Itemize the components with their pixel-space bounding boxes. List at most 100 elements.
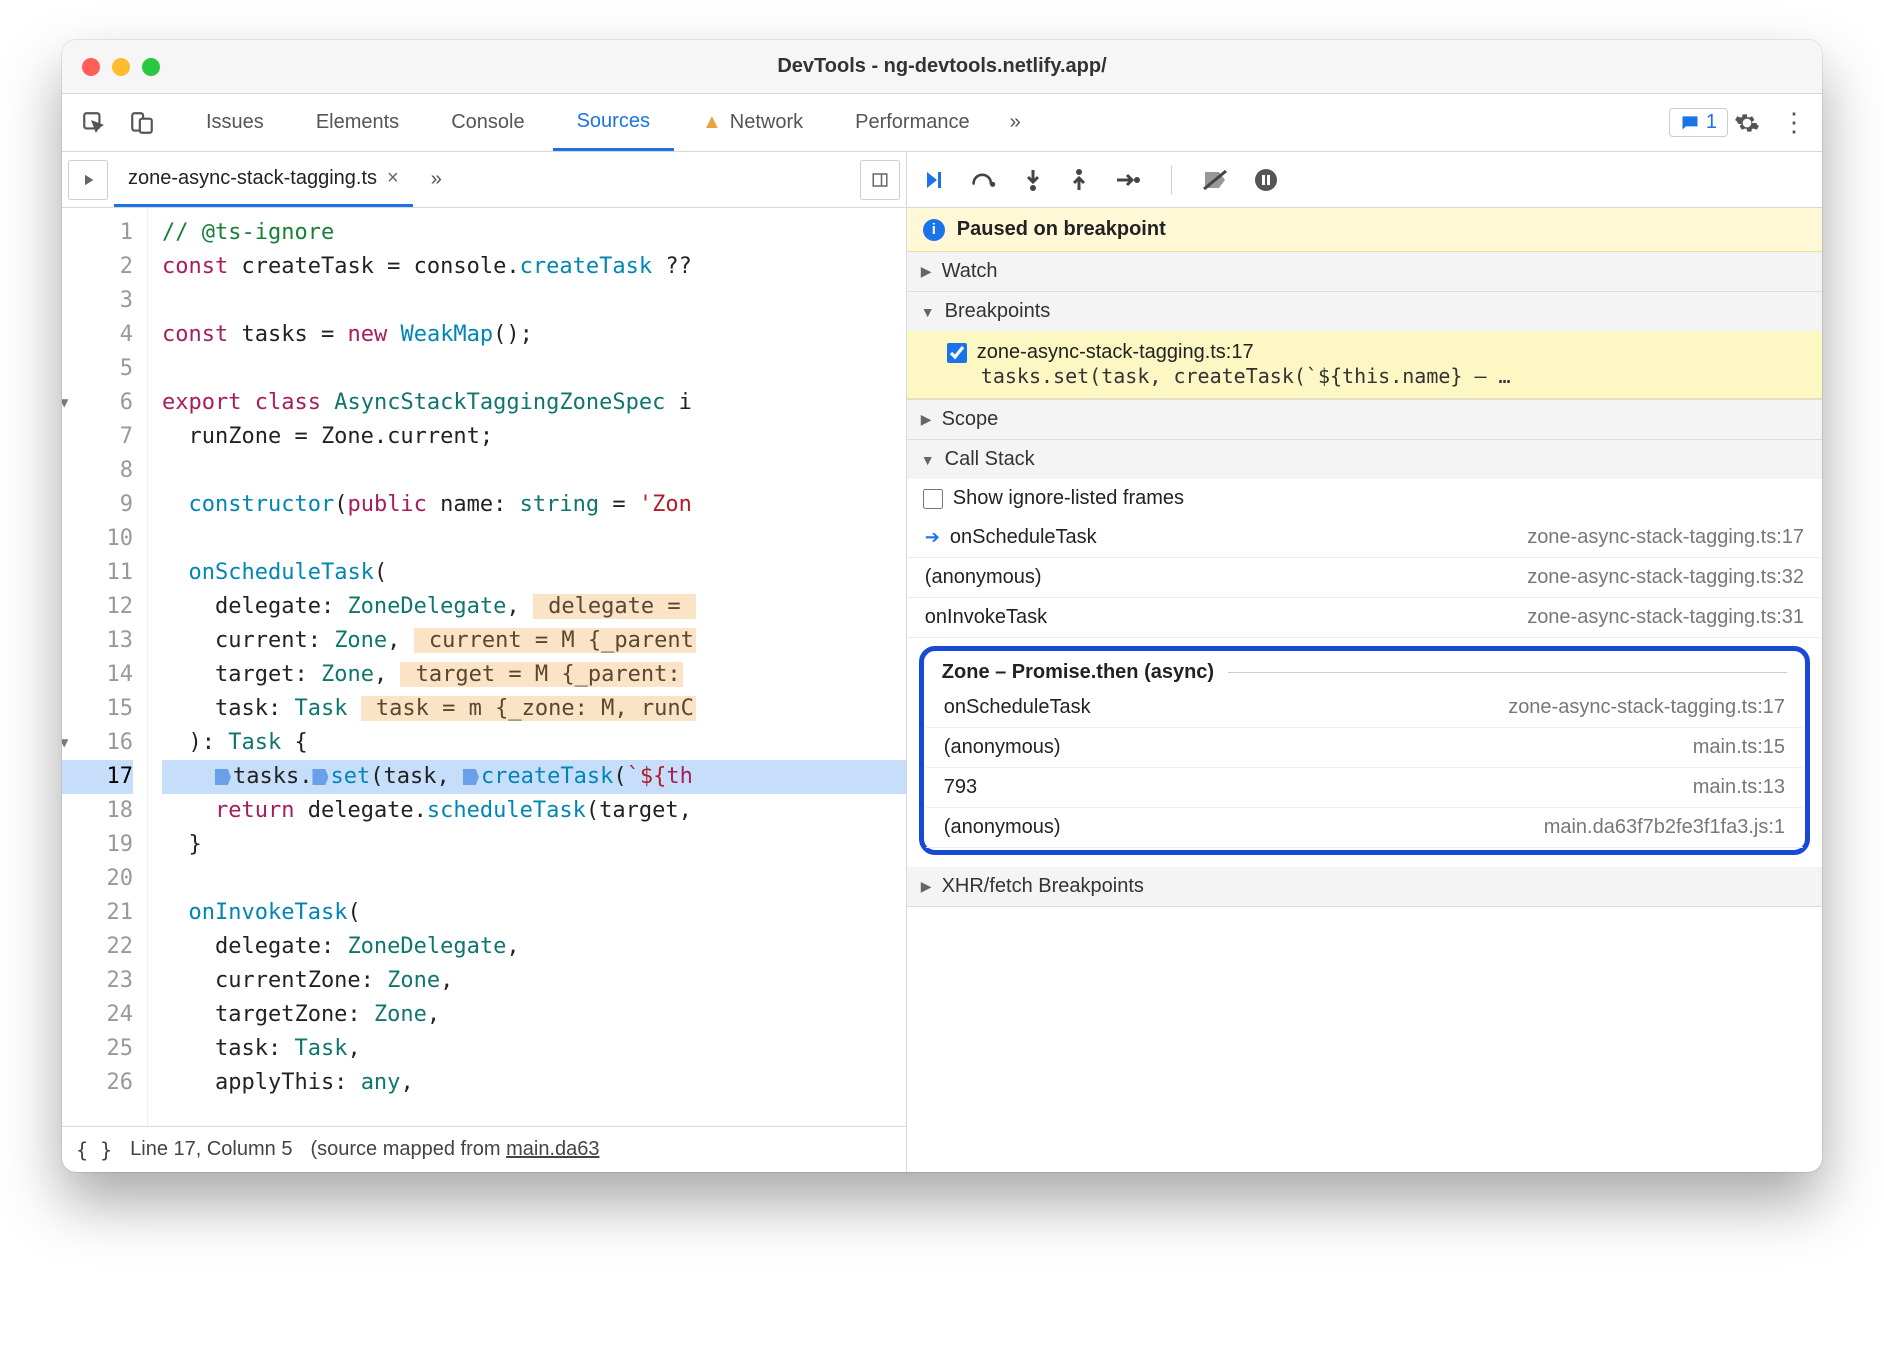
line-number[interactable]: 21 bbox=[62, 896, 133, 930]
code-line[interactable] bbox=[162, 284, 906, 318]
async-label: Zone – Promise.then (async) bbox=[926, 657, 1803, 688]
tab-elements[interactable]: Elements bbox=[292, 94, 423, 151]
code-line[interactable]: task: Task task = m {_zone: M, runC bbox=[162, 692, 906, 726]
code-line[interactable]: onScheduleTask( bbox=[162, 556, 906, 590]
step-into-icon[interactable] bbox=[1023, 168, 1043, 192]
code-line[interactable]: delegate: ZoneDelegate, bbox=[162, 930, 906, 964]
code-editor[interactable]: 1234567891011121314151617181920212223242… bbox=[62, 208, 906, 1126]
messages-chip[interactable]: 1 bbox=[1669, 108, 1728, 137]
line-number[interactable]: 3 bbox=[62, 284, 133, 318]
breakpoint-item[interactable]: zone-async-stack-tagging.ts:17 tasks.set… bbox=[907, 331, 1822, 399]
show-ignored-option[interactable]: Show ignore-listed frames bbox=[907, 479, 1822, 518]
drawer-toggle-icon[interactable] bbox=[860, 160, 900, 200]
code-line[interactable] bbox=[162, 352, 906, 386]
breakpoint-checkbox[interactable] bbox=[947, 343, 967, 363]
callstack-frame[interactable]: (anonymous)zone-async-stack-tagging.ts:3… bbox=[907, 558, 1822, 598]
line-number[interactable]: 11 bbox=[62, 556, 133, 590]
line-number[interactable]: 18 bbox=[62, 794, 133, 828]
pretty-print-icon[interactable]: { } bbox=[76, 1138, 112, 1162]
code-line[interactable]: target: Zone, target = M {_parent: bbox=[162, 658, 906, 692]
file-tab-name: zone-async-stack-tagging.ts bbox=[128, 167, 377, 190]
code-line[interactable]: } bbox=[162, 828, 906, 862]
code-line[interactable]: constructor(public name: string = 'Zon bbox=[162, 488, 906, 522]
pause-exceptions-icon[interactable] bbox=[1254, 168, 1278, 192]
line-number[interactable]: 13 bbox=[62, 624, 133, 658]
code-line[interactable]: applyThis: any, bbox=[162, 1066, 906, 1100]
line-number[interactable]: 24 bbox=[62, 998, 133, 1032]
file-tab[interactable]: zone-async-stack-tagging.ts × bbox=[114, 152, 413, 207]
code-line[interactable] bbox=[162, 522, 906, 556]
line-number[interactable]: 26 bbox=[62, 1066, 133, 1100]
sourcemap-link[interactable]: main.da63 bbox=[506, 1138, 599, 1160]
callstack-frame[interactable]: (anonymous)main.ts:15 bbox=[926, 728, 1803, 768]
callstack-header[interactable]: ▼Call Stack bbox=[907, 440, 1822, 479]
code-line[interactable]: // @ts-ignore bbox=[162, 216, 906, 250]
scope-header[interactable]: ▶Scope bbox=[907, 400, 1822, 439]
more-tabs-icon[interactable]: » bbox=[998, 111, 1033, 134]
line-number[interactable]: 22 bbox=[62, 930, 133, 964]
code-line[interactable]: task: Task, bbox=[162, 1032, 906, 1066]
code-line[interactable]: const tasks = new WeakMap(); bbox=[162, 318, 906, 352]
line-number[interactable]: 19 bbox=[62, 828, 133, 862]
line-number[interactable]: 25 bbox=[62, 1032, 133, 1066]
line-number[interactable]: 5 bbox=[62, 352, 133, 386]
line-number[interactable]: 14 bbox=[62, 658, 133, 692]
tab-sources[interactable]: Sources bbox=[553, 94, 674, 151]
code-line[interactable]: onInvokeTask( bbox=[162, 896, 906, 930]
close-tab-icon[interactable]: × bbox=[387, 167, 399, 190]
code-line[interactable]: return delegate.scheduleTask(target, bbox=[162, 794, 906, 828]
line-number[interactable]: 16 bbox=[62, 726, 133, 760]
line-number[interactable]: 20 bbox=[62, 862, 133, 896]
callstack-frame[interactable]: (anonymous)main.da63f7b2fe3f1fa3.js:1 bbox=[926, 808, 1803, 848]
callstack-frame[interactable]: onInvokeTaskzone-async-stack-tagging.ts:… bbox=[907, 598, 1822, 638]
line-number[interactable]: 4 bbox=[62, 318, 133, 352]
line-number[interactable]: 12 bbox=[62, 590, 133, 624]
code-line[interactable]: current: Zone, current = M {_parent bbox=[162, 624, 906, 658]
line-number[interactable]: 2 bbox=[62, 250, 133, 284]
code-line[interactable]: delegate: ZoneDelegate, delegate = bbox=[162, 590, 906, 624]
code-line[interactable]: currentZone: Zone, bbox=[162, 964, 906, 998]
tab-performance[interactable]: Performance bbox=[831, 94, 994, 151]
kebab-icon[interactable]: ⋮ bbox=[1776, 107, 1812, 138]
code-line[interactable] bbox=[162, 862, 906, 896]
step-out-icon[interactable] bbox=[1069, 168, 1089, 192]
navigator-toggle-icon[interactable] bbox=[68, 160, 108, 200]
device-toggle-icon[interactable] bbox=[120, 103, 164, 143]
code-line[interactable]: targetZone: Zone, bbox=[162, 998, 906, 1032]
callstack-frame[interactable]: 793main.ts:13 bbox=[926, 768, 1803, 808]
xhr-header[interactable]: ▶XHR/fetch Breakpoints bbox=[907, 867, 1822, 906]
line-number[interactable]: 6 bbox=[62, 386, 133, 420]
watch-header[interactable]: ▶Watch bbox=[907, 252, 1822, 291]
step-icon[interactable] bbox=[1115, 170, 1141, 190]
code-line[interactable]: const createTask = console.createTask ?? bbox=[162, 250, 906, 284]
more-file-tabs-icon[interactable]: » bbox=[419, 168, 454, 191]
breakpoints-header[interactable]: ▼Breakpoints bbox=[907, 292, 1822, 331]
deactivate-breakpoints-icon[interactable] bbox=[1202, 169, 1228, 191]
code-line[interactable]: tasks.set(task, createTask(`${th bbox=[162, 760, 906, 794]
line-number[interactable]: 23 bbox=[62, 964, 133, 998]
code-content[interactable]: // @ts-ignoreconst createTask = console.… bbox=[148, 208, 906, 1126]
tab-issues[interactable]: Issues bbox=[182, 94, 288, 151]
callstack-frame[interactable]: ➔onScheduleTaskzone-async-stack-tagging.… bbox=[907, 518, 1822, 558]
line-number[interactable]: 9 bbox=[62, 488, 133, 522]
line-number[interactable]: 17 bbox=[62, 760, 133, 794]
code-line[interactable]: runZone = Zone.current; bbox=[162, 420, 906, 454]
resume-icon[interactable] bbox=[921, 168, 945, 192]
paused-label: Paused on breakpoint bbox=[957, 218, 1166, 241]
step-over-icon[interactable] bbox=[971, 170, 997, 190]
frame-location: main.ts:13 bbox=[1693, 776, 1785, 799]
tab-console[interactable]: Console bbox=[427, 94, 548, 151]
code-line[interactable]: export class AsyncStackTaggingZoneSpec i bbox=[162, 386, 906, 420]
line-number[interactable]: 10 bbox=[62, 522, 133, 556]
code-line[interactable] bbox=[162, 454, 906, 488]
line-number[interactable]: 7 bbox=[62, 420, 133, 454]
show-ignored-checkbox[interactable] bbox=[923, 489, 943, 509]
inspect-icon[interactable] bbox=[72, 103, 116, 143]
line-number[interactable]: 15 bbox=[62, 692, 133, 726]
callstack-frame[interactable]: onScheduleTaskzone-async-stack-tagging.t… bbox=[926, 688, 1803, 728]
line-number[interactable]: 1 bbox=[62, 216, 133, 250]
code-line[interactable]: ): Task { bbox=[162, 726, 906, 760]
settings-icon[interactable] bbox=[1734, 110, 1770, 136]
line-number[interactable]: 8 bbox=[62, 454, 133, 488]
tab-network[interactable]: ▲Network bbox=[678, 94, 827, 151]
